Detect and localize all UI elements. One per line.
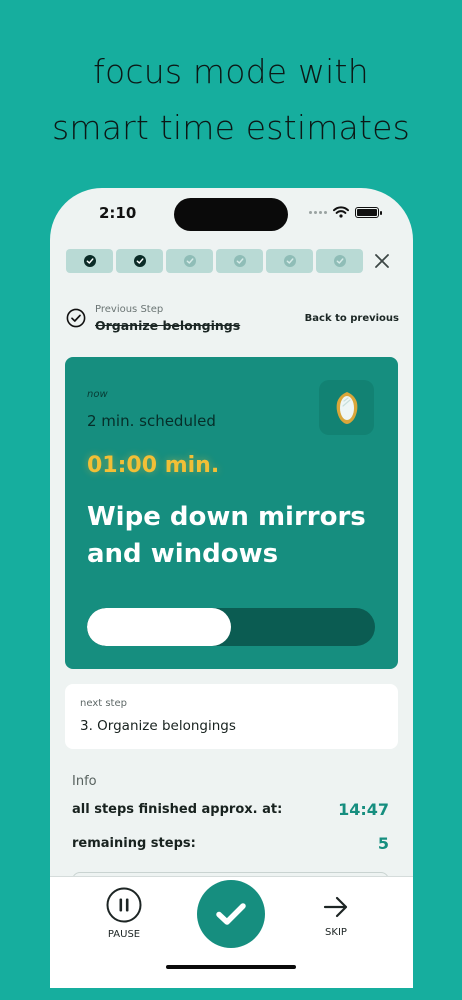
step-segment-4 [216,249,263,273]
step-segment-1 [66,249,113,273]
close-icon[interactable] [373,252,391,270]
home-indicator [166,965,296,969]
skip-label: SKIP [325,927,347,938]
battery-icon [355,206,382,218]
step-segment-3 [166,249,213,273]
bottom-controls: PAUSE SKIP [50,876,413,988]
step-progress-track [87,608,375,646]
marketing-headline: focus mode with smart time estimates [0,44,462,156]
scheduled-duration: 2 min. scheduled [87,412,216,430]
step-check-icon [233,255,246,267]
remaining-steps-label: remaining steps: [72,836,196,851]
task-icon-tile [319,380,374,435]
next-step-label: next step [80,698,127,709]
dynamic-island [174,198,288,231]
next-step-card[interactable]: next step 3. Organize belongings [65,684,398,749]
pause-button[interactable] [106,887,142,923]
current-step-card: now 2 min. scheduled 01:00 min. Wipe dow… [65,357,398,669]
step-segment-6 [316,249,363,273]
back-to-previous-link[interactable]: Back to previous [305,313,399,324]
signal-icon [309,210,327,214]
headline-line-2: smart time estimates [51,108,410,147]
step-check-icon [283,255,296,267]
remaining-steps-row: remaining steps: 5 [72,834,389,856]
mirror-icon [336,391,357,424]
previous-step-name: Organize belongings [95,318,241,333]
step-check-icon [83,255,96,267]
status-time: 2:10 [99,204,137,222]
pause-label: PAUSE [107,929,141,940]
checkmark-icon [216,903,246,925]
finish-time-label: all steps finished approx. at: [72,802,283,817]
skip-button[interactable] [323,894,349,920]
info-section-title: Info [72,774,97,789]
step-check-icon [333,255,346,267]
wifi-icon [333,206,349,218]
countdown-timer: 01:00 min. [87,453,220,478]
step-check-icon [183,255,196,267]
status-icons [309,206,382,218]
finish-time-row: all steps finished approx. at: 14:47 [72,800,389,822]
remaining-steps-value: 5 [377,834,389,853]
phone-screen: 2:10 Previous Step Organize belongings B… [50,188,413,988]
previous-step-row: Previous Step Organize belongings Back t… [66,302,399,336]
check-circle-icon [66,308,86,328]
step-check-icon [133,255,146,267]
headline-line-1: focus mode with [93,52,369,91]
step-progress-bar [66,249,363,273]
step-progress-fill [87,608,231,646]
complete-step-button[interactable] [197,880,265,948]
step-segment-5 [266,249,313,273]
finish-time-value: 14:47 [338,800,389,819]
now-label: now [87,389,108,400]
step-segment-2 [116,249,163,273]
next-step-name: 3. Organize belongings [80,718,236,734]
current-task-title: Wipe down mirrors and windows [87,502,366,569]
previous-step-label: Previous Step [95,304,164,315]
